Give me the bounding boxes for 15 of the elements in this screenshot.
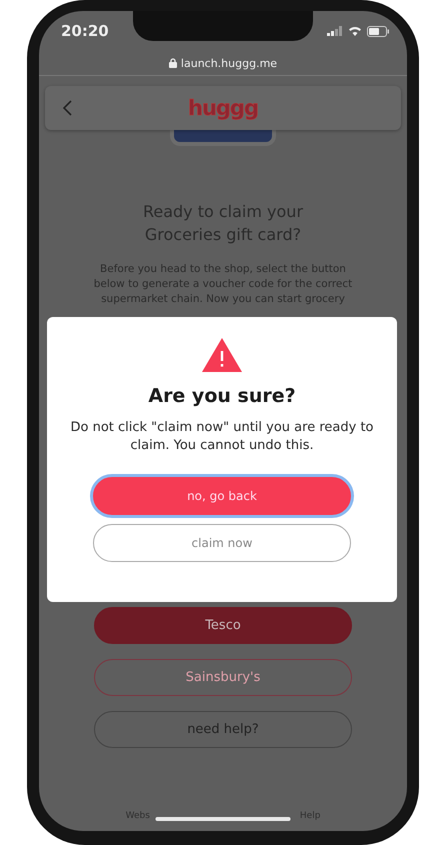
- dialog-button[interactable]: claim now: [93, 524, 351, 562]
- warning-icon: [201, 337, 243, 373]
- dialog-button[interactable]: no, go back: [93, 477, 351, 515]
- back-chevron-icon[interactable]: [63, 100, 72, 116]
- lock-icon: [168, 58, 177, 68]
- battery-icon: [367, 26, 389, 36]
- option-button[interactable]: need help?: [94, 711, 352, 748]
- status-time: 20:20: [61, 22, 109, 40]
- option-button[interactable]: Tesco: [94, 607, 352, 644]
- url-text[interactable]: launch.huggg.me: [180, 56, 278, 70]
- dialog-message: Do not click "claim now" until you are ready to claim. You cannot undo this.: [69, 419, 374, 455]
- dialog-title: Are you sure?: [148, 385, 296, 407]
- wifi-icon: [348, 26, 362, 36]
- option-button[interactable]: Sainsbury's: [94, 659, 352, 696]
- signal-icon: [327, 26, 343, 36]
